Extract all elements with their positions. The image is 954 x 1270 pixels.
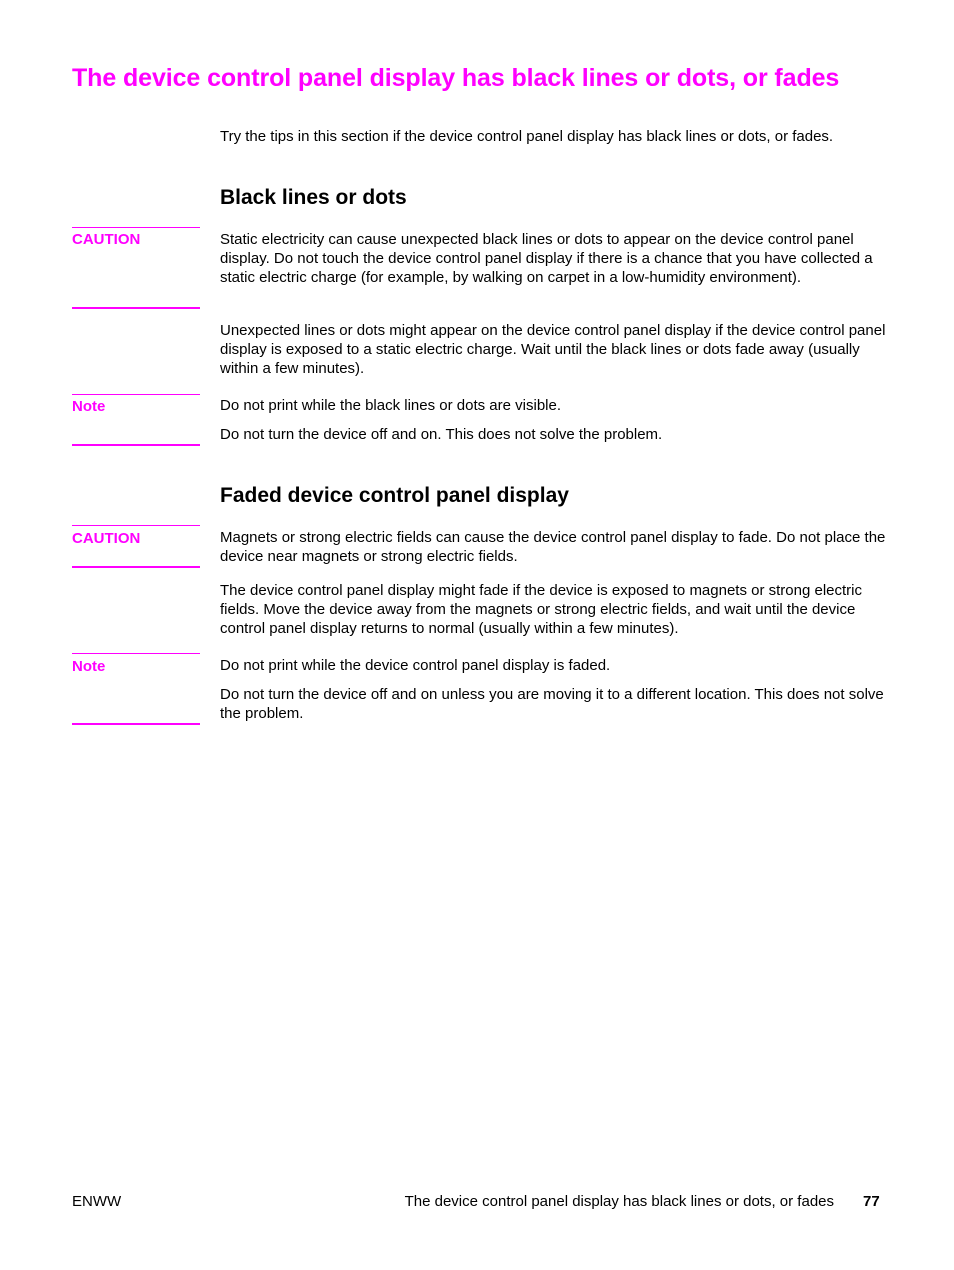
caution-label: CAUTION: [72, 231, 141, 248]
page-title: The device control panel display has bla…: [72, 64, 840, 92]
note-label: Note: [72, 398, 106, 415]
note-top-rule: [72, 394, 200, 395]
note-bottom-rule: [72, 723, 200, 725]
section-heading-faded-display: Faded device control panel display: [220, 484, 569, 507]
page-number: 77: [863, 1193, 880, 1210]
caution-bottom-rule: [72, 566, 200, 568]
caution-top-rule: [72, 525, 200, 526]
section-heading-black-lines: Black lines or dots: [220, 186, 407, 209]
note-bottom-rule: [72, 444, 200, 446]
footer-locale: ENWW: [72, 1193, 122, 1210]
note-line: Do not turn the device off and on unless…: [220, 686, 884, 722]
caution-label: CAUTION: [72, 530, 141, 547]
body-paragraph: Unexpected lines or dots might appear on…: [220, 322, 886, 377]
note-top-rule: [72, 653, 200, 654]
note-line: Do not turn the device off and on. This …: [220, 426, 663, 443]
caution-top-rule: [72, 227, 200, 228]
note-label: Note: [72, 658, 106, 675]
note-line: Do not print while the black lines or do…: [220, 397, 562, 414]
footer-running-title: The device control panel display has bla…: [404, 1193, 834, 1210]
body-paragraph: The device control panel display might f…: [220, 582, 863, 637]
caution-bottom-rule: [72, 307, 200, 309]
note-line: Do not print while the device control pa…: [220, 657, 611, 674]
intro-paragraph: Try the tips in this section if the devi…: [220, 128, 834, 145]
caution-text: Static electricity can cause unexpected …: [220, 231, 873, 286]
caution-text: Magnets or strong electric fields can ca…: [220, 529, 886, 565]
